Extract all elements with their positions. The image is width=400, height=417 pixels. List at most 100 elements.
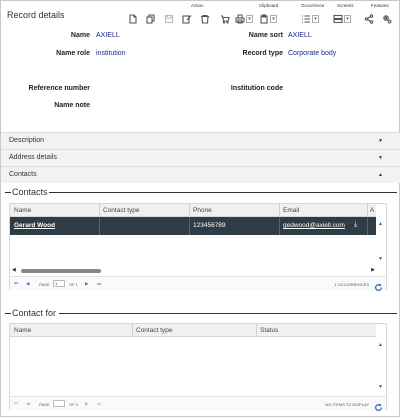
prev-page-icon[interactable]: ◀ bbox=[26, 281, 29, 287]
phone-cell: 123456789 bbox=[193, 222, 226, 229]
contacts-heading: Contacts bbox=[5, 187, 49, 197]
divider bbox=[59, 313, 397, 314]
contacts-heading-label: Contacts bbox=[12, 187, 48, 197]
group-label-screens: Screens bbox=[337, 3, 354, 8]
list-icon bbox=[302, 15, 310, 23]
contact-for-heading: Contact for bbox=[5, 308, 57, 318]
vertical-scrollbar[interactable]: ▲ ▼ bbox=[376, 204, 386, 267]
divider bbox=[49, 192, 397, 193]
vertical-scrollbar[interactable]: ▲ ▼ bbox=[376, 324, 386, 396]
column-header-phone[interactable]: Phone bbox=[193, 207, 212, 214]
name-note-label: Name note bbox=[54, 102, 90, 109]
expand-icon: ▼ bbox=[378, 138, 383, 144]
expand-icon: ▼ bbox=[378, 155, 383, 161]
column-header-name[interactable]: Name bbox=[14, 327, 31, 334]
section-address-details-label: Address details bbox=[9, 154, 57, 161]
edit-icon[interactable] bbox=[181, 13, 193, 25]
save-icon[interactable] bbox=[163, 13, 175, 25]
refresh-icon[interactable] bbox=[374, 399, 383, 412]
contact-name-link[interactable]: Gerard Wood bbox=[14, 222, 55, 229]
scroll-down-icon[interactable]: ▼ bbox=[378, 384, 383, 390]
group-label-occurrence: Occurrence bbox=[301, 3, 325, 8]
name-label: Name bbox=[70, 32, 90, 39]
clipboard-dropdown[interactable]: ▾ bbox=[259, 13, 279, 25]
section-address-details[interactable]: Address details ▼ bbox=[1, 149, 400, 166]
page-number-input[interactable]: 1 bbox=[53, 280, 65, 287]
last-page-icon[interactable]: ⏭ bbox=[97, 401, 101, 406]
items-count: NO ITEMS TO DISPLAY bbox=[325, 401, 369, 407]
email-link[interactable]: gedwood@axiell.com bbox=[283, 222, 345, 229]
column-header-status[interactable]: Status bbox=[260, 327, 278, 334]
prev-page-icon[interactable]: ◀ bbox=[26, 401, 29, 407]
refresh-icon[interactable] bbox=[374, 279, 383, 292]
institution-code-label: Institution code bbox=[230, 85, 283, 92]
contacts-pager: ⏮ ◀ PAGE 1 OF 1 ▶ ⏭ 1 OCCURRENCES bbox=[10, 276, 386, 292]
last-page-icon[interactable]: ⏭ bbox=[97, 281, 101, 286]
group-label-clipboard: Clipboard bbox=[259, 3, 279, 8]
scroll-down-icon[interactable]: ▼ bbox=[378, 256, 383, 262]
page-label: PAGE bbox=[39, 281, 50, 287]
contacts-grid-header: Name Contact type Phone Email A bbox=[10, 204, 377, 217]
column-header-contact-type[interactable]: Contact type bbox=[136, 327, 173, 334]
share-icon[interactable] bbox=[363, 13, 375, 25]
page-count-label: OF 1 bbox=[69, 281, 78, 287]
table-row[interactable]: Gerard Wood 123456789 gedwood@axiell.com… bbox=[10, 217, 377, 235]
group-label-features: Features bbox=[371, 3, 389, 8]
name-role-value[interactable]: institution bbox=[96, 50, 126, 57]
copy-record-icon[interactable] bbox=[145, 13, 157, 25]
page-number-input[interactable] bbox=[53, 400, 65, 407]
contacts-grid: Name Contact type Phone Email A Gerard W… bbox=[9, 203, 387, 292]
section-contacts[interactable]: Contacts ▲ bbox=[1, 166, 400, 183]
chevron-down-icon: ▾ bbox=[246, 15, 253, 23]
chevron-down-icon: ▾ bbox=[270, 15, 277, 23]
download-icon[interactable]: ⤓ bbox=[354, 221, 357, 229]
name-role-label: Name role bbox=[56, 50, 90, 57]
next-page-icon[interactable]: ▶ bbox=[85, 281, 88, 287]
contact-for-heading-label: Contact for bbox=[12, 308, 57, 318]
occurrence-dropdown[interactable]: ▾ bbox=[301, 13, 321, 25]
contact-for-grid: Name Contact type Status ▲ ▼ ⏮ ◀ PAGE OF… bbox=[9, 323, 387, 412]
page-label: PAGE bbox=[39, 401, 50, 407]
first-page-icon[interactable]: ⏮ bbox=[14, 401, 18, 406]
chevron-down-icon: ▾ bbox=[312, 15, 319, 23]
column-header-email[interactable]: Email bbox=[283, 207, 299, 214]
name-sort-value[interactable]: AXIELL bbox=[288, 32, 312, 39]
page-title: Record details bbox=[7, 10, 65, 20]
delete-icon[interactable] bbox=[199, 13, 211, 25]
column-header-name[interactable]: Name bbox=[14, 207, 31, 214]
scroll-right-icon[interactable]: ▶ bbox=[371, 267, 375, 273]
new-record-icon[interactable] bbox=[127, 13, 139, 25]
group-label-action: Action bbox=[191, 3, 204, 8]
scroll-up-icon[interactable]: ▲ bbox=[378, 342, 383, 348]
column-header-contact-type[interactable]: Contact type bbox=[103, 207, 140, 214]
occurrences-count: 1 OCCURRENCES bbox=[334, 281, 369, 287]
chevron-down-icon: ▾ bbox=[344, 15, 351, 23]
screens-icon bbox=[333, 14, 343, 24]
section-description-label: Description bbox=[9, 137, 45, 144]
horizontal-scrollbar[interactable]: ◀ ▶ bbox=[10, 267, 377, 275]
section-description[interactable]: Description ▼ bbox=[1, 132, 400, 149]
section-contacts-label: Contacts bbox=[9, 171, 37, 178]
reference-number-label: Reference number bbox=[28, 85, 90, 92]
basket-icon[interactable] bbox=[219, 13, 231, 25]
collapse-icon: ▲ bbox=[378, 172, 383, 178]
record-type-label: Record type bbox=[242, 50, 283, 57]
scroll-left-icon[interactable]: ◀ bbox=[12, 267, 16, 273]
record-details-panel: Record details Action Clipboard Occurren… bbox=[0, 0, 400, 417]
name-sort-label: Name sort bbox=[248, 32, 283, 39]
print-dropdown[interactable]: ▾ bbox=[235, 13, 255, 25]
toolbar: Record details Action Clipboard Occurren… bbox=[1, 1, 400, 29]
settings-icon[interactable] bbox=[381, 13, 393, 25]
page-count-label: OF 0 bbox=[69, 401, 78, 407]
screens-dropdown[interactable]: ▾ bbox=[333, 13, 353, 25]
next-page-icon[interactable]: ▶ bbox=[85, 401, 88, 407]
first-page-icon[interactable]: ⏮ bbox=[14, 281, 18, 286]
record-type-value[interactable]: Corporate body bbox=[288, 50, 336, 57]
scroll-up-icon[interactable]: ▲ bbox=[378, 221, 383, 227]
name-value[interactable]: AXIELL bbox=[96, 32, 120, 39]
clipboard-icon bbox=[260, 14, 268, 24]
contact-for-pager: ⏮ ◀ PAGE OF 0 ▶ ⏭ NO ITEMS TO DISPLAY bbox=[10, 396, 386, 412]
column-header-a[interactable]: A bbox=[370, 207, 374, 214]
contact-for-grid-header: Name Contact type Status bbox=[10, 324, 377, 337]
scrollbar-thumb[interactable] bbox=[21, 269, 101, 273]
